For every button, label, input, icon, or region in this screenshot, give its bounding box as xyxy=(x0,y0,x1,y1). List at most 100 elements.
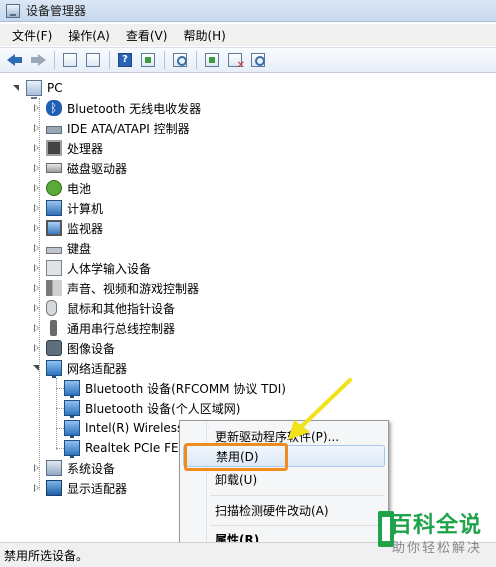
tree-item-label: 声音、视频和游戏控制器 xyxy=(67,281,200,296)
status-text: 禁用所选设备。 xyxy=(4,548,89,563)
expand-arrow-icon[interactable] xyxy=(12,83,22,93)
expand-arrow-icon[interactable] xyxy=(32,283,42,293)
battery-icon xyxy=(46,180,62,196)
menu-separator xyxy=(210,495,384,496)
tree-item-keyboard[interactable]: 键盘 xyxy=(32,238,91,258)
tree-item-display[interactable]: 显示适配器 xyxy=(32,478,127,498)
processor-icon xyxy=(46,140,62,156)
annotation-arrow-icon xyxy=(288,378,352,440)
tree-item-system[interactable]: 系统设备 xyxy=(32,458,115,478)
mouse-icon xyxy=(46,300,57,316)
back-button[interactable] xyxy=(4,50,26,70)
expand-arrow-icon[interactable] xyxy=(32,303,42,313)
toolbar: ? xyxy=(0,47,496,73)
expand-arrow-icon[interactable] xyxy=(32,163,42,173)
tree-item-label: 磁盘驱动器 xyxy=(67,161,128,176)
expand-arrow-icon[interactable] xyxy=(32,103,42,113)
tree-root-pc[interactable]: PC xyxy=(12,78,63,99)
network-adapter-icon xyxy=(64,380,80,398)
audio-icon xyxy=(46,280,62,296)
menu-file[interactable]: 文件(F) xyxy=(4,25,60,46)
display-adapter-icon xyxy=(46,480,62,496)
uninstall-button[interactable] xyxy=(224,50,246,71)
tree-item-audio[interactable]: 声音、视频和游戏控制器 xyxy=(32,278,199,298)
menu-uninstall[interactable]: 卸载(U) xyxy=(183,468,385,490)
tree-item-disk[interactable]: 磁盘驱动器 xyxy=(32,158,127,178)
network-adapter-icon xyxy=(64,420,80,438)
tree-item-label: Bluetooth 设备(RFCOMM 协议 TDI) xyxy=(85,381,286,396)
menu-action[interactable]: 操作(A) xyxy=(60,25,118,46)
tree-item-label: 人体学输入设备 xyxy=(67,261,152,276)
console-tree-button[interactable] xyxy=(59,50,81,70)
menu-view[interactable]: 查看(V) xyxy=(118,25,176,46)
expand-arrow-icon[interactable] xyxy=(32,483,42,493)
toolbar-separator xyxy=(109,51,110,69)
bluetooth-icon xyxy=(46,100,62,116)
network-child-rfcomm[interactable]: Bluetooth 设备(RFCOMM 协议 TDI) xyxy=(64,378,286,398)
tree-item-computer[interactable]: 计算机 xyxy=(32,198,103,218)
uninstall-icon xyxy=(228,53,245,71)
network-child-realtek[interactable]: Realtek PCIe FE xyxy=(64,438,179,458)
expand-arrow-icon[interactable] xyxy=(32,183,42,193)
tree-item-label: IDE ATA/ATAPI 控制器 xyxy=(67,121,190,136)
tree-item-network[interactable]: 网络适配器 xyxy=(32,358,127,378)
tree-item-ide[interactable]: IDE ATA/ATAPI 控制器 xyxy=(32,118,190,138)
tree-root-label: PC xyxy=(47,81,63,95)
expand-arrow-icon[interactable] xyxy=(32,343,42,353)
monitor-icon xyxy=(46,220,62,236)
update-driver-button[interactable] xyxy=(201,50,223,70)
camera-icon xyxy=(46,340,62,356)
watermark-title: 百科全说 xyxy=(389,513,482,538)
network-child-pan[interactable]: Bluetooth 设备(个人区域网) xyxy=(64,398,240,418)
expand-arrow-icon[interactable] xyxy=(32,203,42,213)
tree-item-label: 通用串行总线控制器 xyxy=(67,321,176,336)
menu-scan-hardware[interactable]: 扫描检测硬件改动(A) xyxy=(183,499,385,521)
tree-item-label: 键盘 xyxy=(67,241,92,256)
tree-item-hid[interactable]: 人体学输入设备 xyxy=(32,258,151,278)
tree-connector xyxy=(56,428,64,429)
toolbar-separator xyxy=(54,51,55,69)
expand-arrow-icon[interactable] xyxy=(32,243,42,253)
window-title: 设备管理器 xyxy=(26,4,87,18)
tree-item-bluetooth[interactable]: Bluetooth 无线电收发器 xyxy=(32,98,201,118)
tree-item-processor[interactable]: 处理器 xyxy=(32,138,103,158)
help-button[interactable]: ? xyxy=(114,50,136,70)
properties-button[interactable] xyxy=(82,50,104,70)
tree-item-label: Bluetooth 无线电收发器 xyxy=(67,101,202,116)
tree-item-camera[interactable]: 图像设备 xyxy=(32,338,115,358)
expand-arrow-icon[interactable] xyxy=(32,223,42,233)
tree-item-label: 系统设备 xyxy=(67,461,116,476)
network-child-intel-wireless[interactable]: Intel(R) Wireless xyxy=(64,418,183,438)
expand-arrow-icon[interactable] xyxy=(32,263,42,273)
tree-item-battery[interactable]: 电池 xyxy=(32,178,91,198)
watermark-subtitle: 助你轻松解决 xyxy=(391,541,482,556)
expand-arrow-icon[interactable] xyxy=(32,463,42,473)
scan-hardware-button[interactable] xyxy=(169,50,191,70)
disk-drive-icon xyxy=(46,163,62,173)
network-adapter-icon xyxy=(64,400,80,418)
menu-help[interactable]: 帮助(H) xyxy=(175,25,233,46)
view-button[interactable] xyxy=(137,50,159,70)
ide-controller-icon xyxy=(46,126,62,134)
toolbar-separator xyxy=(196,51,197,69)
tree-item-label: 图像设备 xyxy=(67,341,116,356)
tree-item-label: 网络适配器 xyxy=(67,361,128,376)
usb-icon xyxy=(50,320,57,336)
expand-arrow-icon[interactable] xyxy=(32,323,42,333)
forward-arrow-icon xyxy=(30,53,46,67)
tree-item-label: 监视器 xyxy=(67,221,104,236)
update-driver-icon xyxy=(205,53,219,67)
view-icon xyxy=(141,53,155,67)
title-bar: 设备管理器 xyxy=(0,0,496,22)
tree-item-monitor[interactable]: 监视器 xyxy=(32,218,103,238)
highlight-box xyxy=(184,443,288,471)
forward-button[interactable] xyxy=(27,50,49,70)
expand-arrow-icon[interactable] xyxy=(32,123,42,133)
tree-item-usb[interactable]: 通用串行总线控制器 xyxy=(32,318,175,338)
tree-item-mouse[interactable]: 鼠标和其他指针设备 xyxy=(32,298,175,318)
computer-icon xyxy=(46,200,62,216)
tree-item-label: 计算机 xyxy=(67,201,104,216)
disable-button[interactable] xyxy=(247,50,269,70)
expand-arrow-icon[interactable] xyxy=(32,363,42,373)
expand-arrow-icon[interactable] xyxy=(32,143,42,153)
